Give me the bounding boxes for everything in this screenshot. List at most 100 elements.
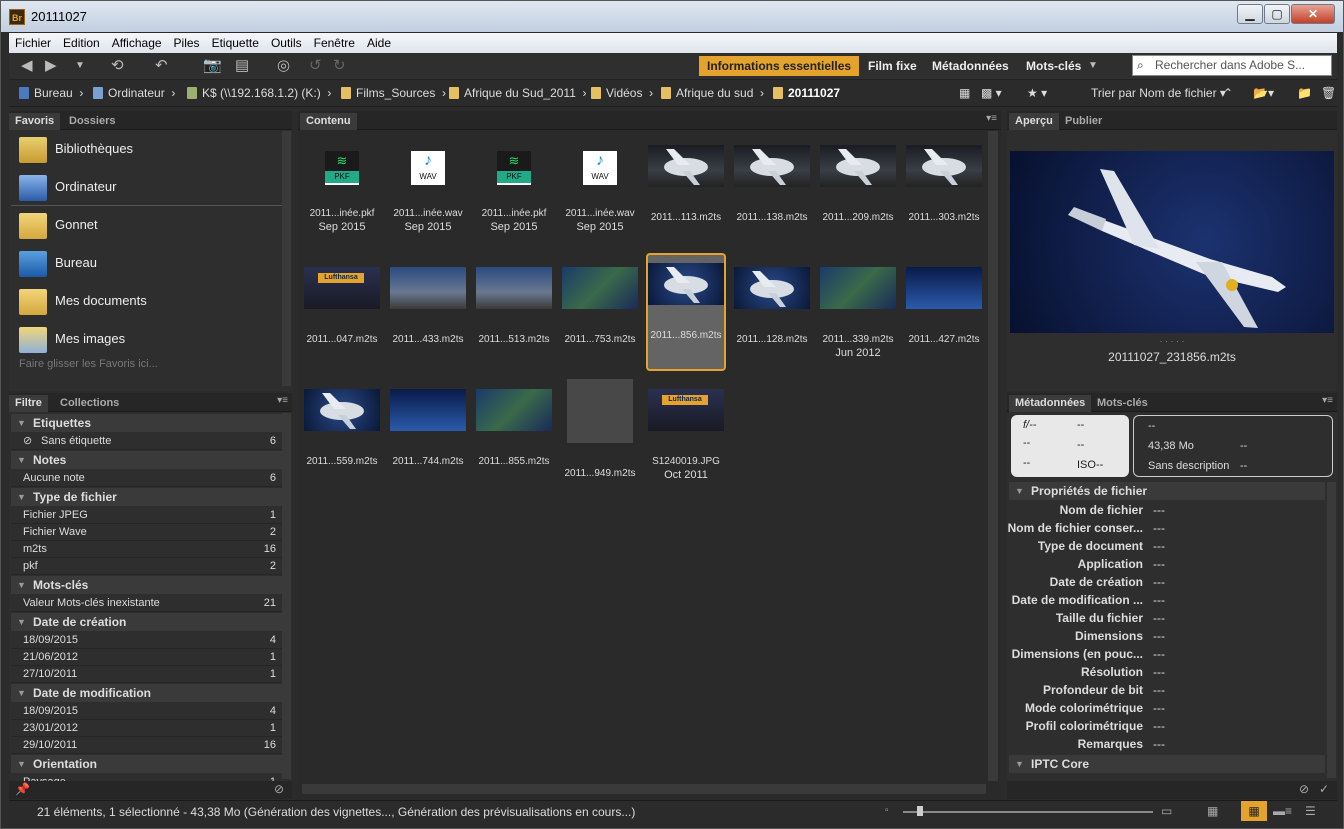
metadata-value[interactable]: --- — [1153, 683, 1165, 697]
tab-keywords[interactable]: Mots-clés — [1091, 395, 1154, 412]
metadata-value[interactable]: --- — [1153, 575, 1165, 589]
large-thumb-icon[interactable]: ▭ — [1161, 801, 1172, 821]
content-thumbnail[interactable]: Lufthansa 2011...047.m2ts — [302, 267, 382, 347]
filter-group-header[interactable]: Etiquettes — [11, 414, 284, 432]
filter-row[interactable]: Valeur Mots-clés inexistante 21 — [11, 595, 284, 612]
favorites-scrollbar[interactable] — [282, 131, 291, 386]
content-thumbnail[interactable]: Lufthansa S1240019.JPG Oct 2011 — [646, 389, 726, 481]
favorite-documents[interactable]: Mes documents — [19, 286, 147, 316]
content-thumbnail[interactable]: 2011...744.m2ts — [388, 389, 468, 469]
panel-menu-icon[interactable]: ▾≡ — [277, 395, 288, 406]
filter-row[interactable]: Aucune note 6 — [11, 470, 284, 487]
tab-metadata[interactable]: Métadonnées — [1009, 395, 1092, 412]
lock-grid-icon[interactable]: ▦ — [1207, 801, 1218, 821]
metadata-value[interactable]: --- — [1153, 611, 1165, 625]
maximize-button[interactable]: ▢ — [1264, 4, 1290, 24]
forward-icon[interactable]: ▶ — [45, 57, 57, 75]
details-view-icon[interactable]: ▬≡ — [1273, 801, 1292, 821]
content-thumbnail[interactable]: 2011...433.m2ts — [388, 267, 468, 347]
filter-row[interactable]: 18/09/2015 4 — [11, 703, 284, 720]
tab-filter[interactable]: Filtre — [9, 395, 48, 412]
filter-scrollbar[interactable] — [282, 413, 291, 779]
favorite-desktop[interactable]: Bureau — [19, 248, 97, 278]
filter-group-header[interactable]: Date de création — [11, 613, 284, 631]
metadata-value[interactable]: --- — [1153, 719, 1165, 733]
rotate-left-icon[interactable]: ↺ — [309, 57, 322, 75]
open-in-camera-raw-icon[interactable]: ◎ — [277, 57, 290, 75]
thumbnail-quality-icon[interactable]: ▦ — [959, 86, 970, 100]
panel-menu-icon[interactable]: ▾≡ — [1322, 395, 1333, 406]
minimize-button[interactable]: ▁ — [1237, 4, 1263, 24]
breadcrumb-item[interactable]: Films_Sources › — [341, 86, 446, 100]
rating-filter-icon[interactable]: ★ ▾ — [1027, 86, 1047, 100]
content-thumbnail[interactable]: ♪ WAV 2011...inée.wav Sep 2015 — [560, 145, 640, 233]
filter-group-header[interactable]: Notes — [11, 451, 284, 469]
return-to-photoshop-icon[interactable]: ↶ — [155, 57, 168, 75]
metadata-value[interactable]: --- — [1153, 503, 1165, 517]
metadata-value[interactable]: --- — [1153, 521, 1165, 535]
new-folder-icon[interactable]: 📁 — [1297, 86, 1312, 100]
refine-icon[interactable]: ▤ — [235, 57, 249, 75]
metadata-value[interactable]: --- — [1153, 539, 1165, 553]
apply-check-icon[interactable]: ✓ — [1319, 782, 1329, 796]
breadcrumb-item[interactable]: Ordinateur › — [93, 86, 175, 100]
filter-row[interactable]: 18/09/2015 4 — [11, 632, 284, 649]
content-thumbnail[interactable]: 2011...128.m2ts — [732, 267, 812, 347]
favorite-pictures[interactable]: Mes images — [19, 324, 125, 354]
favorite-computer[interactable]: Ordinateur — [19, 172, 116, 202]
menu-item[interactable]: Aide — [361, 33, 397, 50]
camera-icon[interactable]: 📷 — [203, 57, 222, 75]
content-thumbnail[interactable]: 2011...113.m2ts — [646, 145, 726, 225]
menu-item[interactable]: Fichier — [9, 33, 57, 50]
tab-content[interactable]: Contenu — [300, 113, 357, 130]
breadcrumb-current[interactable]: 20111027 — [773, 86, 840, 100]
metadata-value[interactable]: --- — [1153, 557, 1165, 571]
search-input[interactable]: ⌕ Rechercher dans Adobe S... — [1132, 55, 1332, 76]
clear-filter-icon[interactable]: ⊘ — [274, 782, 284, 796]
panel-menu-icon[interactable]: ▾≡ — [986, 113, 997, 124]
filter-row[interactable]: 21/06/2012 1 — [11, 649, 284, 666]
sort-order-icon[interactable]: ⌃ — [1223, 86, 1233, 100]
section-file-properties[interactable]: Propriétés de fichier — [1009, 482, 1325, 500]
section-iptc-core[interactable]: IPTC Core — [1009, 755, 1325, 773]
menu-item[interactable]: Affichage — [106, 33, 168, 50]
delete-icon[interactable]: 🗑 — [1321, 86, 1336, 100]
thumbnail-view-button[interactable]: ▦ — [1241, 801, 1267, 821]
metadata-value[interactable]: --- — [1153, 737, 1165, 751]
content-thumbnail[interactable]: 2011...209.m2ts — [818, 145, 898, 225]
tab-folders[interactable]: Dossiers — [63, 113, 121, 130]
favorite-gonnet[interactable]: Gonnet — [19, 210, 98, 240]
view-options-icon[interactable]: ▩ ▾ — [981, 86, 1002, 100]
menu-item[interactable]: Edition — [57, 33, 106, 50]
content-thumbnail[interactable]: 2011...559.m2ts — [302, 389, 382, 469]
small-thumb-icon[interactable]: ▫ — [885, 801, 889, 821]
metadata-value[interactable]: --- — [1153, 593, 1165, 607]
content-thumbnail[interactable]: 2011...513.m2ts — [474, 267, 554, 347]
content-thumbnail[interactable]: ≋ PKF 2011...inée.pkf Sep 2015 — [474, 145, 554, 233]
content-thumbnail[interactable]: 2011...339.m2ts Jun 2012 — [818, 267, 898, 359]
tab-preview[interactable]: Aperçu — [1009, 113, 1059, 130]
favorite-libraries[interactable]: Bibliothèques — [19, 134, 133, 164]
content-thumbnail[interactable]: 2011...303.m2ts — [904, 145, 984, 225]
content-thumbnail[interactable]: ♪ WAV 2011...inée.wav Sep 2015 — [388, 145, 468, 233]
back-icon[interactable]: ◀ — [21, 57, 33, 75]
metadata-value[interactable]: --- — [1153, 647, 1165, 661]
thumbnail-size-slider[interactable] — [903, 811, 1153, 813]
tab-collections[interactable]: Collections — [54, 395, 125, 412]
breadcrumb-item[interactable]: Bureau › — [19, 86, 83, 100]
content-thumbnail[interactable]: 2011...138.m2ts — [732, 145, 812, 225]
content-thumbnail[interactable]: 2011...427.m2ts — [904, 267, 984, 347]
preview-image[interactable] — [1010, 151, 1334, 333]
menu-item[interactable]: Etiquette — [206, 33, 265, 50]
metadata-value[interactable]: --- — [1153, 629, 1165, 643]
thumbnail-slider-handle[interactable] — [917, 806, 923, 816]
workspace-filmstrip[interactable]: Film fixe — [860, 56, 925, 76]
tab-favorites[interactable]: Favoris — [9, 113, 61, 130]
cancel-icon[interactable]: ⊘ — [1299, 782, 1309, 796]
menu-item[interactable]: Piles — [168, 33, 206, 50]
sort-dropdown[interactable]: Trier par Nom de fichier ▾ — [1091, 86, 1226, 100]
close-button[interactable]: ✕ — [1291, 4, 1335, 24]
menu-item[interactable]: Fenêtre — [308, 33, 361, 50]
filter-row[interactable]: Fichier Wave 2 — [11, 524, 284, 541]
filter-row[interactable]: 27/10/2011 1 — [11, 666, 284, 683]
